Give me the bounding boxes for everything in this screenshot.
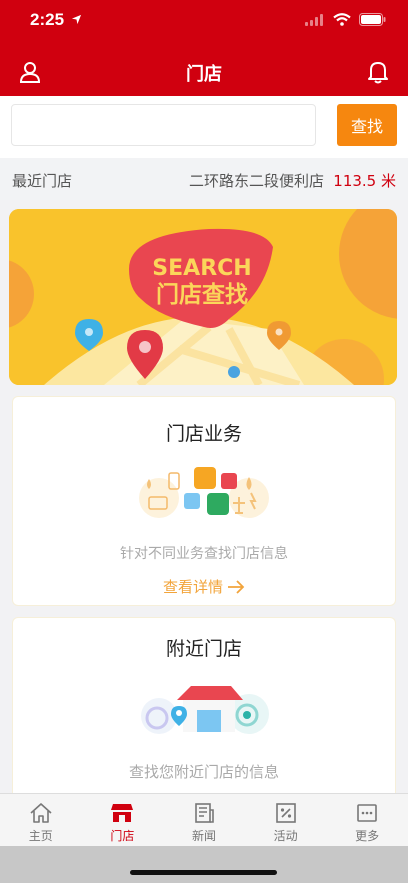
- store-business-card[interactable]: 门店业务 针对不同业务查找门店信息 查看详情: [12, 396, 396, 606]
- banner-line2: 门店查找: [156, 281, 248, 308]
- status-time-text: 2:25: [30, 10, 65, 29]
- nearby-stores-title: 附近门店: [165, 638, 242, 660]
- nav-bar: 门店: [0, 48, 408, 96]
- status-bar: 2:25: [0, 0, 408, 44]
- signal-icon: [305, 13, 323, 26]
- home-icon: [30, 803, 52, 823]
- nearest-store-row[interactable]: 最近门店 二环路东二段便利店 113.5 米: [0, 158, 408, 200]
- status-time: 2:25: [30, 10, 82, 30]
- discount-icon: [275, 803, 296, 823]
- location-arrow-icon: [71, 14, 81, 25]
- store-business-title: 门店业务: [165, 423, 242, 445]
- nearby-stores-description: 查找您附近门店的信息: [128, 763, 279, 781]
- search-bar: 查找: [0, 96, 408, 158]
- store-business-illustration: [13, 463, 395, 523]
- nearest-store-name: 二环路东二段便利店: [188, 172, 324, 190]
- tab-store-label: 门店: [110, 829, 135, 843]
- nearby-stores-illustration: [13, 674, 395, 740]
- page-title: 门店: [186, 64, 222, 85]
- app-header: 2:25 门店: [0, 0, 408, 96]
- news-icon: [195, 803, 214, 823]
- search-input[interactable]: [11, 104, 316, 146]
- banner-line1: SEARCH: [152, 256, 251, 281]
- home-indicator[interactable]: [130, 870, 277, 875]
- tab-more[interactable]: 更多: [326, 794, 408, 846]
- tab-store[interactable]: 门店: [82, 794, 164, 846]
- nearest-store-label: 最近门店: [12, 172, 73, 190]
- battery-icon: [359, 13, 386, 26]
- status-indicators: [305, 13, 386, 26]
- banner-illustration: SEARCH 门店查找: [9, 209, 397, 385]
- store-search-banner[interactable]: SEARCH 门店查找: [9, 209, 397, 385]
- tab-activities-label: 活动: [273, 829, 298, 843]
- store-business-description: 针对不同业务查找门店信息: [120, 546, 288, 562]
- nearby-stores-card[interactable]: 附近门店 查找您附近门店的信息: [12, 617, 396, 793]
- wifi-icon: [333, 13, 351, 26]
- bottom-tab-bar: 主页 门店 新闻 活动 更多: [0, 793, 408, 846]
- tab-news[interactable]: 新闻: [163, 794, 245, 846]
- nearest-store-distance: 113.5 米: [333, 172, 396, 190]
- view-details-link[interactable]: 查看详情: [13, 576, 395, 597]
- search-button[interactable]: 查找: [337, 104, 397, 146]
- view-details-label: 查看详情: [162, 578, 223, 596]
- tab-activities[interactable]: 活动: [245, 794, 327, 846]
- more-icon: [357, 804, 377, 822]
- store-icon: [111, 804, 134, 822]
- arrow-right-icon: [228, 579, 245, 594]
- bell-icon[interactable]: [364, 58, 392, 86]
- tab-more-label: 更多: [355, 829, 380, 843]
- home-indicator-area: [0, 846, 408, 883]
- tab-news-label: 新闻: [191, 829, 216, 843]
- tab-home[interactable]: 主页: [0, 794, 82, 846]
- tab-home-label: 主页: [28, 829, 53, 843]
